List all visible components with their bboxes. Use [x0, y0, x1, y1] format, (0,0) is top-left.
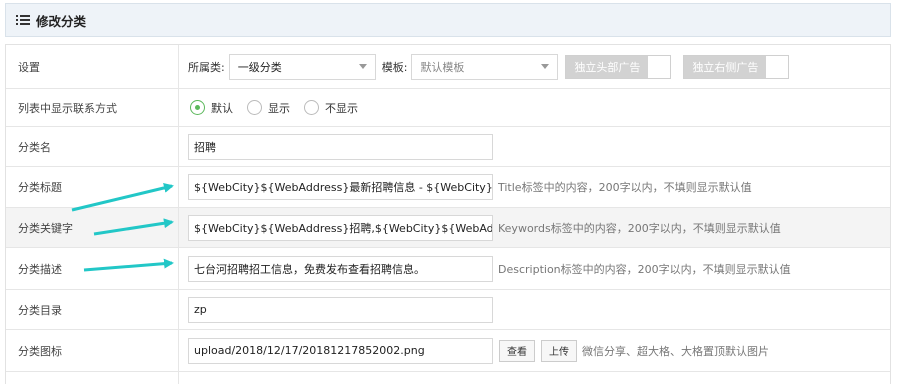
seo-keywords-hint: Keywords标签中的内容，200字以内，不填则显示默认值 [498, 221, 781, 235]
panel-header: 修改分类 [5, 3, 891, 37]
seo-description-cell: 七台河招聘招工信息，免费发布查看招聘信息。 Description标签中的内容，… [188, 248, 791, 289]
view-button[interactable]: 查看 [499, 339, 535, 362]
radio-unchecked-icon [304, 100, 319, 115]
toggle-knob [648, 55, 671, 78]
parent-category-value: 一级分类 [237, 60, 282, 74]
contact-display-row: 列表中显示联系方式 默认 显示 不显示 [6, 89, 890, 127]
column-divider [178, 208, 179, 247]
radio-show-label: 显示 [268, 101, 290, 115]
column-divider [178, 167, 179, 207]
category-icon-input[interactable]: upload/2018/12/17/20181217852002.png [188, 337, 493, 364]
radio-default-label: 默认 [211, 101, 233, 115]
column-divider [178, 372, 179, 384]
seo-keywords-row: 分类关键字 ${WebCity}${WebAddress}招聘,${WebCit… [6, 208, 890, 248]
page-title: 修改分类 [36, 13, 87, 29]
settings-cell: 所属类: 一级分类 模板: 默认模板 独立头部广告 独立右侧广告 [188, 45, 790, 88]
radio-checked-icon [190, 100, 205, 115]
toggle-knob [766, 55, 789, 78]
seo-description-label: 分类描述 [18, 262, 62, 276]
category-icon-cell: upload/2018/12/17/20181217852002.png 查看 … [188, 330, 769, 371]
category-dir-row: 分类目录 zp [6, 290, 890, 330]
seo-description-input[interactable]: 七台河招聘招工信息，免费发布查看招聘信息。 [188, 255, 493, 282]
list-icon [16, 14, 30, 26]
upload-button[interactable]: 上传 [541, 339, 577, 362]
category-dir-label: 分类目录 [18, 303, 62, 317]
seo-title-row: 分类标题 ${WebCity}${WebAddress}最新招聘信息 - ${W… [6, 167, 890, 208]
column-divider [178, 248, 179, 289]
column-divider [178, 290, 179, 329]
next-row [6, 372, 890, 384]
template-value: 默认模板 [420, 60, 465, 74]
contact-display-cell: 默认 显示 不显示 [190, 89, 372, 126]
category-icon-label: 分类图标 [18, 344, 62, 358]
column-divider [178, 127, 179, 166]
chevron-down-icon [541, 64, 550, 69]
category-name-row: 分类名 招聘 [6, 127, 890, 167]
category-dir-cell: zp [188, 290, 493, 329]
seo-keywords-label: 分类关键字 [18, 221, 73, 235]
category-form: 设置 所属类: 一级分类 模板: 默认模板 独立头部广告 独立右侧广告 列表中显… [5, 44, 891, 384]
settings-row: 设置 所属类: 一级分类 模板: 默认模板 独立头部广告 独立右侧广告 [6, 45, 890, 89]
template-select[interactable]: 默认模板 [411, 53, 559, 80]
column-divider [178, 330, 179, 371]
category-name-cell: 招聘 [188, 127, 493, 166]
seo-title-input[interactable]: ${WebCity}${WebAddress}最新招聘信息 - ${WebCit… [188, 174, 493, 200]
radio-show[interactable]: 显示 [247, 100, 290, 116]
seo-title-label: 分类标题 [18, 181, 62, 194]
seo-title-cell: ${WebCity}${WebAddress}最新招聘信息 - ${WebCit… [188, 167, 752, 207]
parent-category-select[interactable]: 一级分类 [228, 53, 376, 80]
category-dir-input[interactable]: zp [188, 296, 493, 323]
column-divider [178, 89, 179, 126]
column-divider [178, 45, 179, 88]
seo-description-row: 分类描述 七台河招聘招工信息，免费发布查看招聘信息。 Description标签… [6, 248, 890, 290]
contact-display-label: 列表中显示联系方式 [18, 101, 117, 115]
seo-keywords-input[interactable]: ${WebCity}${WebAddress}招聘,${WebCity}${We… [188, 214, 493, 241]
header-ad-toggle-label: 独立头部广告 [566, 55, 649, 78]
category-name-label: 分类名 [18, 140, 51, 154]
radio-unchecked-icon [247, 100, 262, 115]
parent-category-label: 所属类: [188, 60, 225, 74]
radio-hide-label: 不显示 [325, 101, 358, 115]
seo-description-hint: Description标签中的内容，200字以内，不填则显示默认值 [498, 262, 791, 276]
seo-title-hint: Title标签中的内容，200字以内，不填则显示默认值 [498, 181, 752, 194]
radio-hide[interactable]: 不显示 [304, 100, 358, 116]
category-icon-hint: 微信分享、超大格、大格置顶默认图片 [582, 344, 769, 358]
side-ad-toggle[interactable]: 独立右侧广告 [683, 54, 790, 79]
category-name-input[interactable]: 招聘 [188, 133, 493, 160]
settings-label: 设置 [18, 60, 40, 74]
radio-default[interactable]: 默认 [190, 100, 233, 116]
header-ad-toggle[interactable]: 独立头部广告 [565, 54, 672, 79]
category-icon-row: 分类图标 upload/2018/12/17/20181217852002.pn… [6, 330, 890, 372]
chevron-down-icon [358, 64, 367, 69]
seo-keywords-cell: ${WebCity}${WebAddress}招聘,${WebCity}${We… [188, 208, 781, 247]
template-label: 模板: [381, 60, 408, 74]
side-ad-toggle-label: 独立右侧广告 [684, 55, 767, 78]
